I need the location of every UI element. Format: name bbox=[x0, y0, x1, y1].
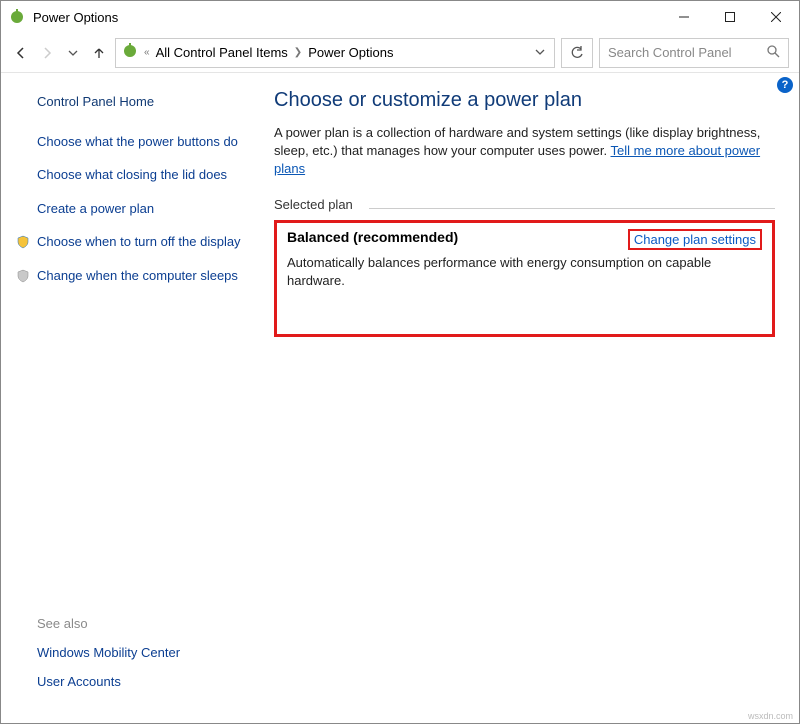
sidebar-link-computer-sleeps[interactable]: Change when the computer sleeps bbox=[37, 267, 242, 285]
watermark: wsxdn.com bbox=[748, 711, 793, 721]
change-plan-settings-link[interactable]: Change plan settings bbox=[628, 229, 762, 250]
titlebar: Power Options bbox=[1, 1, 799, 33]
shield-icon bbox=[15, 268, 31, 284]
plan-description: Automatically balances performance with … bbox=[287, 254, 762, 290]
refresh-button[interactable] bbox=[561, 38, 593, 68]
main-content: ? Choose or customize a power plan A pow… bbox=[256, 73, 799, 723]
selected-plan-highlight: Balanced (recommended) Change plan setti… bbox=[274, 220, 775, 337]
search-placeholder: Search Control Panel bbox=[608, 45, 760, 60]
help-icon[interactable]: ? bbox=[777, 77, 793, 93]
breadcrumb-item[interactable]: Power Options bbox=[308, 45, 393, 60]
power-plug-icon bbox=[9, 9, 25, 25]
page-title: Choose or customize a power plan bbox=[274, 89, 775, 112]
section-label-selected-plan: Selected plan bbox=[274, 197, 369, 214]
search-input[interactable]: Search Control Panel bbox=[599, 38, 789, 68]
close-button[interactable] bbox=[753, 1, 799, 33]
sidebar-link-closing-lid[interactable]: Choose what closing the lid does bbox=[37, 166, 242, 184]
search-icon bbox=[766, 44, 780, 61]
page-description: A power plan is a collection of hardware… bbox=[274, 124, 775, 179]
address-dropdown[interactable] bbox=[532, 45, 548, 60]
see-also-user-accounts[interactable]: User Accounts bbox=[37, 674, 242, 689]
shield-icon bbox=[15, 234, 31, 250]
sidebar-link-turn-off-display[interactable]: Choose when to turn off the display bbox=[37, 233, 242, 251]
see-also-mobility-center[interactable]: Windows Mobility Center bbox=[37, 645, 242, 660]
breadcrumb-item[interactable]: All Control Panel Items bbox=[156, 45, 288, 60]
maximize-button[interactable] bbox=[707, 1, 753, 33]
sidebar-link-power-buttons[interactable]: Choose what the power buttons do bbox=[37, 133, 242, 151]
recent-locations-dropdown[interactable] bbox=[63, 43, 83, 63]
chevron-right-icon: ❯ bbox=[294, 47, 302, 58]
sidebar-link-create-plan[interactable]: Create a power plan bbox=[37, 200, 242, 218]
navigation-row: « All Control Panel Items ❯ Power Option… bbox=[1, 33, 799, 73]
chevron-right-icon: « bbox=[144, 47, 150, 58]
back-button[interactable] bbox=[11, 43, 31, 63]
sidebar: Control Panel Home Choose what the power… bbox=[1, 73, 256, 723]
forward-button[interactable] bbox=[37, 43, 57, 63]
plan-name: Balanced (recommended) bbox=[287, 229, 458, 245]
power-plug-icon bbox=[122, 43, 138, 62]
divider bbox=[369, 208, 775, 209]
control-panel-home-link[interactable]: Control Panel Home bbox=[37, 93, 242, 111]
address-bar[interactable]: « All Control Panel Items ❯ Power Option… bbox=[115, 38, 555, 68]
minimize-button[interactable] bbox=[661, 1, 707, 33]
window-title: Power Options bbox=[33, 10, 118, 25]
up-button[interactable] bbox=[89, 43, 109, 63]
see-also-label: See also bbox=[37, 616, 242, 631]
